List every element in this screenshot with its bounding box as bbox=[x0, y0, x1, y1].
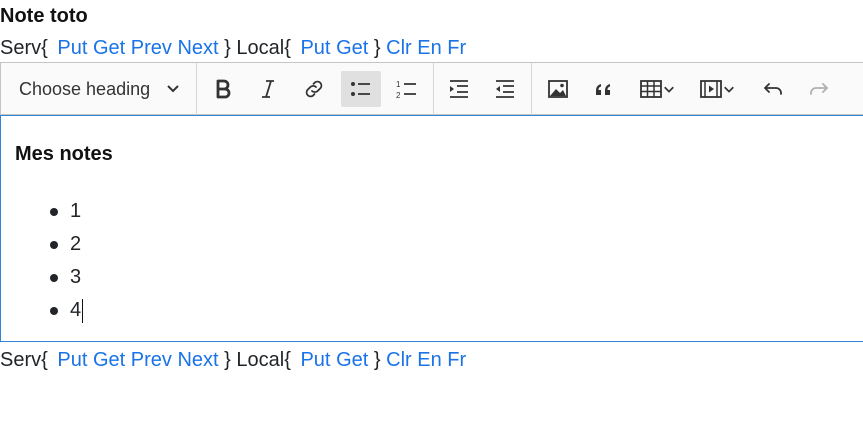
serv-get-link[interactable]: Get bbox=[93, 349, 125, 371]
svg-text:1: 1 bbox=[396, 80, 401, 89]
chevron-down-icon bbox=[664, 86, 674, 93]
serv-prev-link[interactable]: Prev bbox=[131, 37, 172, 59]
link-button[interactable] bbox=[294, 71, 334, 107]
italic-button[interactable] bbox=[248, 71, 288, 107]
list-item: 1 bbox=[1, 195, 83, 228]
text-cursor bbox=[82, 298, 84, 323]
quote-button[interactable] bbox=[584, 71, 624, 107]
serv-next-link[interactable]: Next bbox=[177, 37, 218, 59]
redo-icon bbox=[810, 83, 828, 95]
note-title: Note toto bbox=[0, 5, 88, 27]
lang-fr-link[interactable]: Fr bbox=[447, 37, 466, 59]
indent-button[interactable] bbox=[439, 71, 479, 107]
bulleted-list-icon bbox=[351, 82, 370, 96]
link-icon bbox=[305, 80, 323, 98]
local-label: Local{ bbox=[236, 37, 291, 59]
image-icon bbox=[548, 80, 568, 98]
serv-close: } bbox=[224, 37, 231, 59]
bulleted-list-button[interactable] bbox=[341, 71, 381, 107]
local-label: Local{ bbox=[236, 349, 291, 371]
toolbar-divider bbox=[196, 63, 197, 115]
list-item: 4 bbox=[1, 294, 84, 327]
chevron-down-icon bbox=[166, 79, 180, 100]
nav-bar-bottom: Serv{ Put Get Prev Next } Local{ Put Get… bbox=[0, 348, 466, 372]
nav-bar-top: Serv{ Put Get Prev Next } Local{ Put Get… bbox=[0, 36, 466, 60]
italic-icon bbox=[262, 80, 274, 98]
svg-text:2: 2 bbox=[396, 91, 401, 100]
list-item-text: 1 bbox=[70, 200, 82, 222]
list-item-text: 3 bbox=[70, 266, 82, 288]
local-put-link[interactable]: Put bbox=[300, 37, 330, 59]
list-item-text: 2 bbox=[70, 233, 82, 255]
rich-text-editor: Choose heading 12 Mes notes 1 2 3 4 bbox=[0, 62, 863, 342]
lang-en-link[interactable]: En bbox=[417, 37, 441, 59]
serv-label: Serv{ bbox=[0, 37, 48, 59]
undo-icon bbox=[764, 83, 782, 95]
undo-button[interactable] bbox=[753, 71, 793, 107]
serv-close: } bbox=[224, 349, 231, 371]
quote-icon bbox=[595, 84, 610, 95]
serv-put-link[interactable]: Put bbox=[57, 349, 87, 371]
image-button[interactable] bbox=[538, 71, 578, 107]
toolbar-divider bbox=[433, 63, 434, 115]
outdent-button[interactable] bbox=[485, 71, 525, 107]
serv-put-link[interactable]: Put bbox=[57, 37, 87, 59]
numbered-list-icon: 12 bbox=[396, 80, 416, 100]
local-put-link[interactable]: Put bbox=[300, 349, 330, 371]
note-heading: Mes notes bbox=[15, 143, 113, 165]
bulleted-list: 1 2 3 4 bbox=[1, 195, 84, 327]
editor-toolbar: Choose heading 12 bbox=[0, 62, 863, 115]
local-close: } bbox=[373, 37, 381, 59]
local-get-link[interactable]: Get bbox=[336, 349, 368, 371]
media-icon bbox=[700, 80, 722, 98]
serv-prev-link[interactable]: Prev bbox=[131, 349, 172, 371]
local-close: } bbox=[373, 349, 381, 371]
heading-dropdown[interactable]: Choose heading bbox=[19, 71, 189, 107]
serv-get-link[interactable]: Get bbox=[93, 37, 125, 59]
clr-link[interactable]: Clr bbox=[386, 37, 412, 59]
list-item: 2 bbox=[1, 228, 83, 261]
lang-en-link[interactable]: En bbox=[417, 349, 441, 371]
media-button[interactable] bbox=[693, 71, 741, 107]
redo-button[interactable] bbox=[799, 71, 839, 107]
local-get-link[interactable]: Get bbox=[336, 37, 368, 59]
bullet-icon bbox=[50, 307, 58, 315]
editor-content[interactable]: Mes notes 1 2 3 4 bbox=[0, 115, 863, 342]
page: Note toto Serv{ Put Get Prev Next } Loca… bbox=[0, 0, 863, 434]
heading-dropdown-label: Choose heading bbox=[19, 78, 151, 99]
bullet-icon bbox=[50, 274, 58, 282]
bold-button[interactable] bbox=[203, 71, 243, 107]
outdent-icon bbox=[496, 80, 514, 98]
lang-fr-link[interactable]: Fr bbox=[447, 349, 466, 371]
clr-link[interactable]: Clr bbox=[386, 349, 412, 371]
table-button[interactable] bbox=[633, 71, 681, 107]
table-icon bbox=[640, 80, 662, 98]
numbered-list-button[interactable]: 12 bbox=[387, 71, 427, 107]
serv-label: Serv{ bbox=[0, 349, 48, 371]
indent-icon bbox=[450, 80, 468, 98]
bold-icon bbox=[216, 79, 231, 99]
bullet-icon bbox=[50, 241, 58, 249]
list-item-text: 4 bbox=[70, 299, 82, 321]
chevron-down-icon bbox=[724, 86, 734, 93]
toolbar-divider bbox=[531, 63, 532, 115]
list-item: 3 bbox=[1, 261, 83, 294]
serv-next-link[interactable]: Next bbox=[177, 349, 218, 371]
bullet-icon bbox=[50, 208, 58, 216]
